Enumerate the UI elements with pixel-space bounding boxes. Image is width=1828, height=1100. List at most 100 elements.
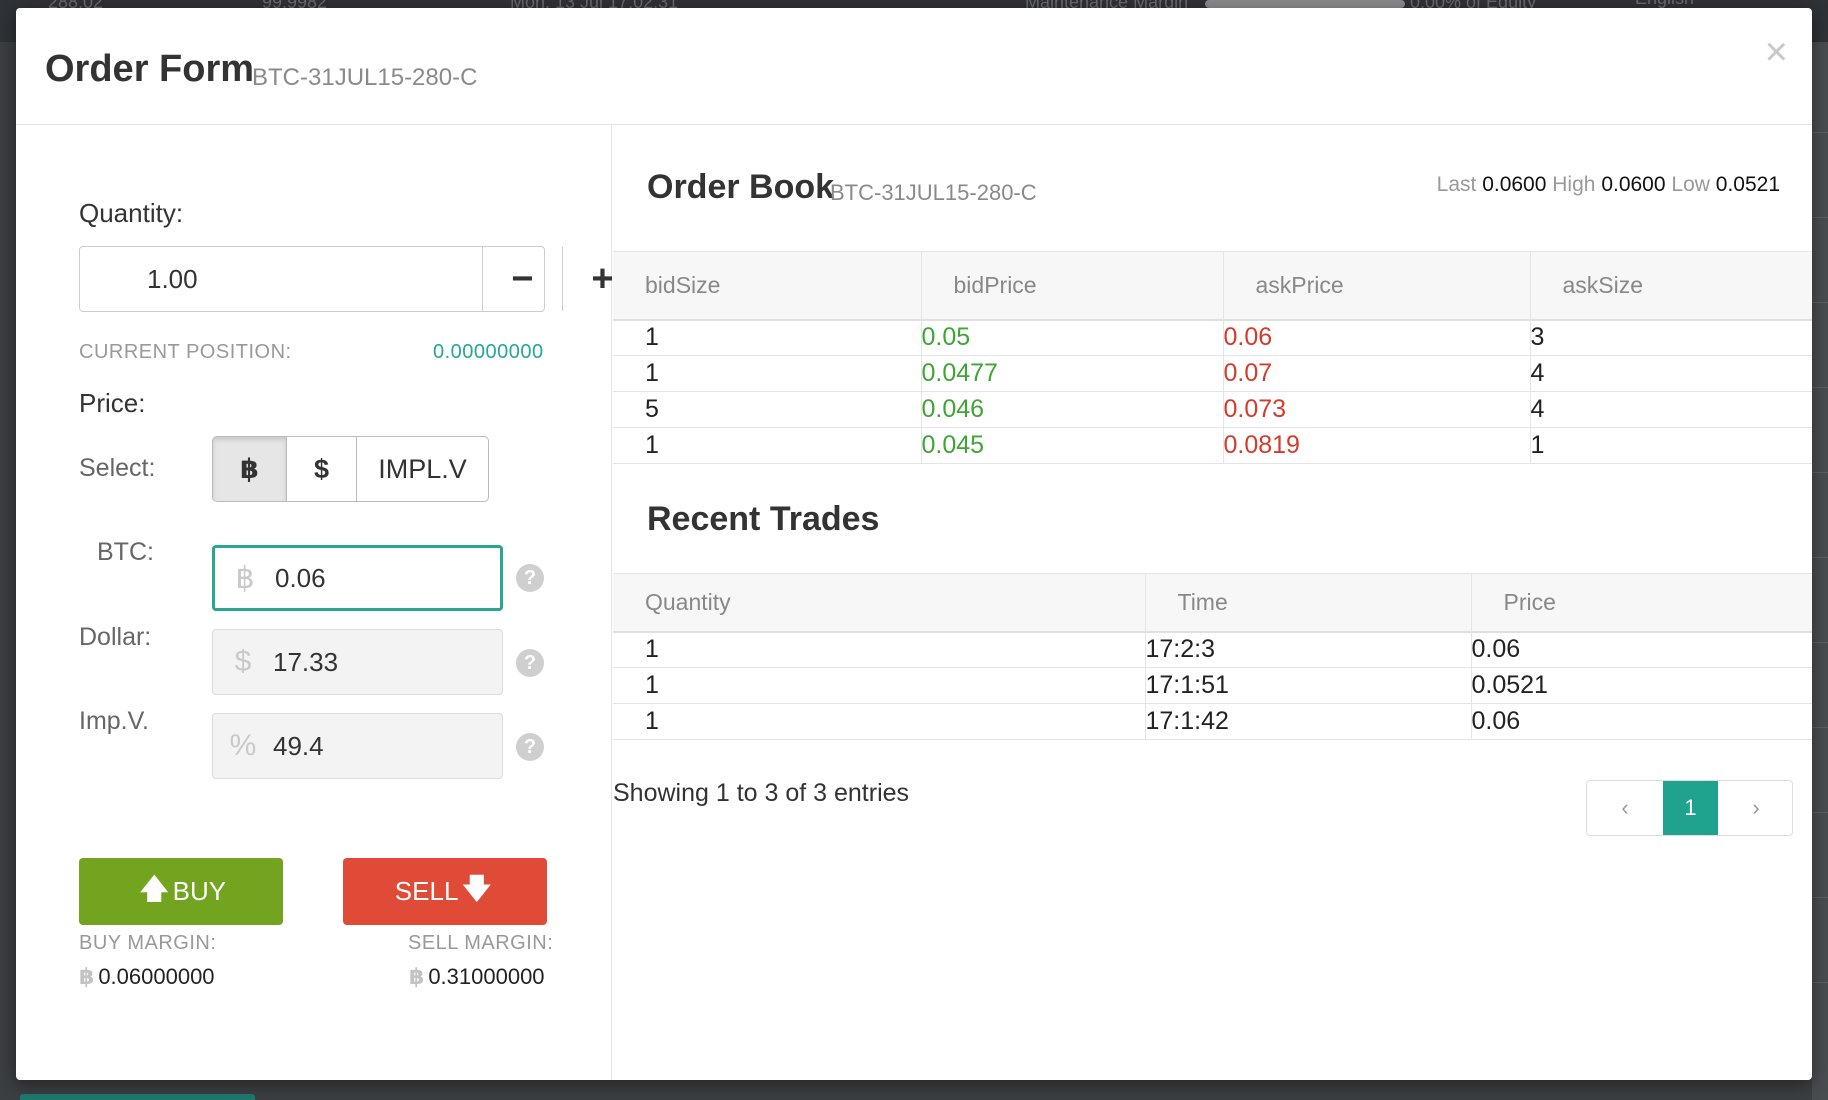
table-row: 1 17:1:51 0.0521 [613,667,1812,704]
order-book-header: bidSize bidPrice askPrice askSize [613,251,1812,321]
select-btc-button[interactable]: ฿ [213,437,287,501]
btc-price-field: ฿ [212,545,503,611]
column-time[interactable]: Time [1145,573,1472,633]
background-right-edge [1812,42,1828,1100]
bitcoin-icon: ฿ [235,561,255,595]
market-data-panel: Order Book BTC-31JUL15-280-C Last 0.0600… [613,126,1812,1080]
impv-input[interactable] [273,730,473,762]
buy-button-label: BUY [172,876,227,906]
pagination: ‹ 1 › [1586,780,1793,836]
modal-title: Order Form [45,48,255,90]
dollar-price-input[interactable] [273,646,473,678]
high-value: 0.0600 [1601,173,1666,196]
select-dollar-button[interactable]: $ [287,437,357,501]
trade-time: 17:1:51 [1145,667,1472,704]
trade-price: 0.0521 [1471,667,1812,704]
pagination-prev-button[interactable]: ‹ [1587,781,1663,835]
column-price[interactable]: Price [1471,573,1812,633]
arrow-up-icon: 🡅 [139,872,169,904]
dollar-help-icon[interactable]: ? [516,649,544,677]
ask-size: 3 [1530,319,1812,356]
current-position-value: 0.00000000 [433,341,544,363]
buy-margin-amount: 0.06000000 [98,964,215,989]
trade-quantity: 1 [613,631,1146,668]
dollar-label: Dollar: [79,623,152,651]
column-quantity[interactable]: Quantity [613,573,1146,633]
buy-button[interactable]: 🡅 BUY [79,858,283,925]
trade-quantity: 1 [613,667,1146,704]
order-book-instrument: BTC-31JUL15-280-C [830,180,1037,205]
pagination-page-1[interactable]: 1 [1663,781,1718,835]
quantity-input[interactable] [80,247,482,311]
close-icon[interactable]: × [1765,32,1788,72]
ask-price: 0.06 [1223,319,1531,356]
sell-margin-label: SELL MARGIN: [408,932,554,954]
bid-price: 0.0477 [921,355,1224,392]
bid-size: 1 [613,427,922,464]
trade-quantity: 1 [613,703,1146,740]
btc-label: BTC: [97,538,154,566]
high-label: High [1552,173,1596,196]
select-implv-button[interactable]: IMPL.V [357,437,488,501]
btc-price-input[interactable] [275,562,475,594]
column-asksize[interactable]: askSize [1530,251,1812,321]
table-row: 1 0.05 0.06 3 [613,319,1812,356]
select-label: Select: [79,454,156,482]
price-unit-selector: ฿ $ IMPL.V [212,436,489,502]
trade-price: 0.06 [1471,631,1812,668]
low-value: 0.0521 [1715,173,1780,196]
table-row: 1 0.045 0.0819 1 [613,427,1812,464]
last-value: 0.0600 [1482,173,1547,196]
modal-instrument: BTC-31JUL15-280-C [252,64,478,91]
ask-price: 0.07 [1223,355,1531,392]
column-bidprice[interactable]: bidPrice [921,251,1224,321]
ask-size: 1 [1530,427,1812,464]
bid-size: 1 [613,319,922,356]
table-row: 1 17:2:3 0.06 [613,631,1812,668]
bid-price: 0.05 [921,319,1224,356]
bid-price: 0.045 [921,427,1224,464]
column-askprice[interactable]: askPrice [1223,251,1531,321]
sell-margin-amount: 0.31000000 [428,964,545,989]
price-label: Price: [79,388,146,418]
background-bottom-tab [20,1094,255,1100]
bitcoin-icon: ฿ [409,964,425,989]
table-row: 1 0.0477 0.07 4 [613,355,1812,392]
low-label: Low [1671,173,1710,196]
dollar-icon: $ [234,645,252,678]
buy-margin-label: BUY MARGIN: [79,932,217,954]
order-entry-panel: Quantity: − + CURRENT POSITION: 0.000000… [16,126,614,1080]
dollar-price-field: $ [212,629,503,695]
ask-price: 0.073 [1223,391,1531,428]
trade-time: 17:2:3 [1145,631,1472,668]
price-stats: Last 0.0600 High 0.0600 Low 0.0521 [1437,173,1780,197]
recent-trades-title: Recent Trades [647,500,880,538]
buy-margin-value: ฿ 0.06000000 [79,964,215,990]
entries-summary: Showing 1 to 3 of 3 entries [613,779,910,807]
quantity-decrease-button[interactable]: − [482,247,562,311]
bid-price: 0.046 [921,391,1224,428]
last-label: Last [1436,173,1477,196]
sell-margin-value: ฿ 0.31000000 [409,964,545,990]
quantity-stepper: − + [79,246,614,312]
table-row: 5 0.046 0.073 4 [613,391,1812,428]
btc-help-icon[interactable]: ? [516,564,544,592]
trade-time: 17:1:42 [1145,703,1472,740]
recent-trades-header: Quantity Time Price [613,573,1812,633]
column-bidsize[interactable]: bidSize [613,251,922,321]
order-form-modal: Order Form BTC-31JUL15-280-C × Quantity:… [16,8,1812,1080]
bitcoin-icon: ฿ [79,964,95,989]
ask-price: 0.0819 [1223,427,1531,464]
impv-help-icon[interactable]: ? [516,733,544,761]
impv-field: % [212,713,503,779]
pagination-next-button[interactable]: › [1718,781,1792,835]
ask-size: 4 [1530,355,1812,392]
current-position-label: CURRENT POSITION: [79,341,292,363]
sell-button[interactable]: SELL 🡇 [343,858,547,925]
order-book-table: bidSize bidPrice askPrice askSize 1 0.05… [613,251,1812,464]
order-book-title: Order Book [647,168,835,206]
ask-size: 4 [1530,391,1812,428]
bid-size: 5 [613,391,922,428]
trade-price: 0.06 [1471,703,1812,740]
quantity-label: Quantity: [79,198,184,228]
